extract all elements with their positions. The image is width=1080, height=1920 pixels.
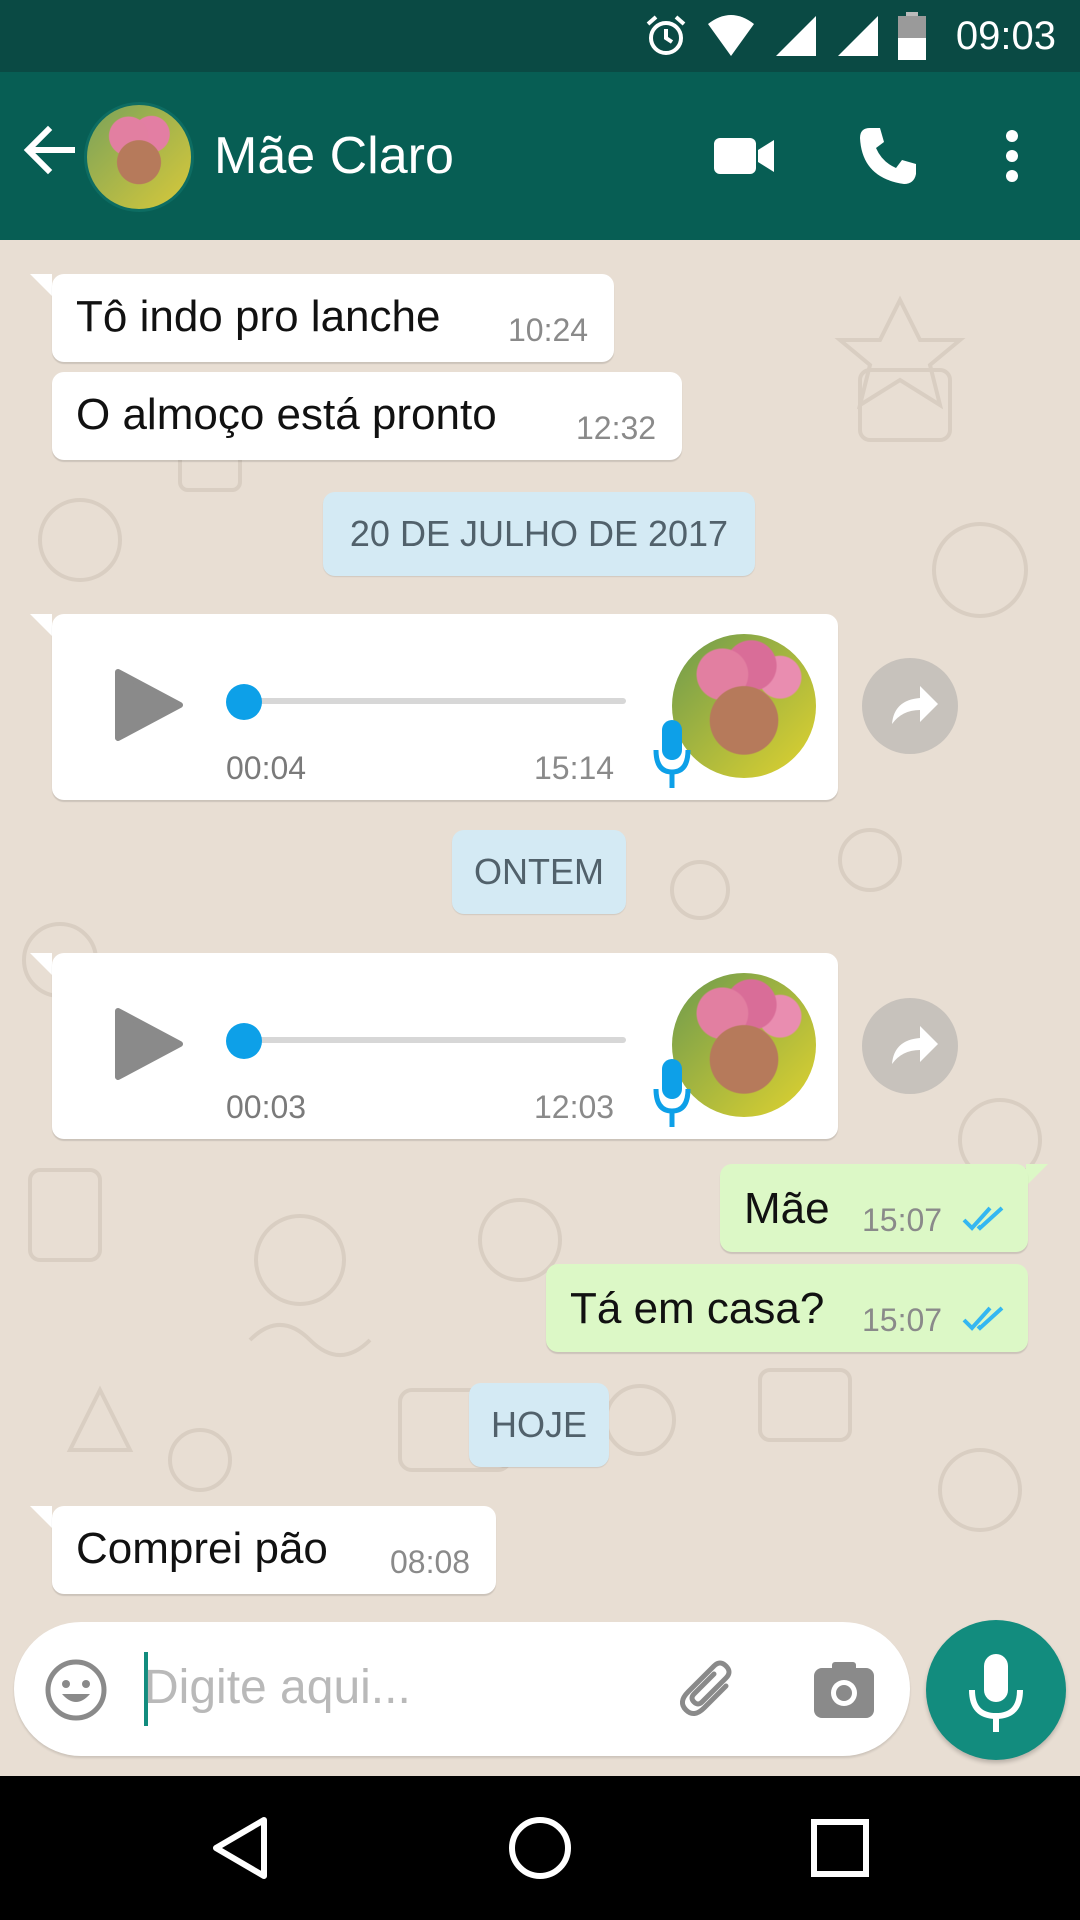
message-text: Comprei pão bbox=[76, 1524, 328, 1573]
audio-progress-handle[interactable] bbox=[226, 1023, 262, 1059]
cell-signal-2-icon bbox=[837, 16, 878, 56]
message-time: 08:08 bbox=[390, 1544, 471, 1580]
incoming-message[interactable]: O almoço está pronto 12:32 bbox=[52, 372, 682, 460]
nav-recents-icon[interactable] bbox=[804, 1812, 876, 1884]
bubble-tail bbox=[1026, 1164, 1048, 1186]
battery-icon bbox=[897, 12, 926, 60]
cell-signal-icon bbox=[775, 16, 816, 56]
camera-icon[interactable] bbox=[812, 1660, 876, 1720]
video-call-icon[interactable] bbox=[712, 124, 776, 188]
status-bar: 09:03 bbox=[0, 0, 1080, 72]
bubble-tail bbox=[30, 1506, 52, 1528]
message-time: 10:24 bbox=[508, 312, 589, 348]
date-separator: HOJE bbox=[469, 1383, 609, 1467]
message-input[interactable]: Digite aqui... bbox=[144, 1660, 411, 1715]
attach-icon[interactable] bbox=[674, 1656, 744, 1726]
message-time: 12:03 bbox=[534, 1089, 615, 1125]
forward-icon bbox=[892, 686, 938, 724]
contact-name[interactable]: Mãe Claro bbox=[214, 126, 454, 186]
microphone-icon bbox=[653, 720, 691, 788]
back-arrow-icon[interactable] bbox=[18, 118, 82, 182]
voice-message[interactable]: 00:03 12:03 bbox=[52, 953, 838, 1139]
status-time: 09:03 bbox=[955, 13, 1056, 58]
bubble-tail bbox=[30, 953, 52, 975]
read-receipt-icon bbox=[962, 1206, 1004, 1231]
message-time: 12:32 bbox=[576, 410, 657, 446]
play-icon[interactable] bbox=[114, 1007, 184, 1081]
more-options-icon[interactable] bbox=[992, 124, 1032, 188]
message-time: 15:07 bbox=[862, 1302, 943, 1338]
chat-header: Mãe Claro bbox=[0, 72, 1080, 240]
forward-icon bbox=[892, 1026, 938, 1064]
message-text: Tô indo pro lanche bbox=[76, 292, 441, 341]
microphone-icon bbox=[969, 1654, 1023, 1732]
message-text: Tá em casa? bbox=[570, 1284, 825, 1333]
phone-call-icon[interactable] bbox=[856, 124, 920, 188]
wifi-icon bbox=[707, 15, 754, 56]
bubble-tail bbox=[30, 614, 52, 636]
audio-duration: 00:04 bbox=[226, 750, 307, 786]
nav-back-icon[interactable] bbox=[206, 1812, 278, 1884]
audio-duration: 00:03 bbox=[226, 1089, 307, 1125]
outgoing-message[interactable]: Mãe 15:07 bbox=[720, 1164, 1028, 1252]
incoming-message[interactable]: Comprei pão 08:08 bbox=[52, 1506, 496, 1594]
date-separator: ONTEM bbox=[452, 830, 626, 914]
read-receipt-icon bbox=[962, 1306, 1004, 1331]
alarm-icon bbox=[646, 15, 686, 55]
sender-avatar bbox=[672, 634, 816, 778]
message-input-bar: Digite aqui... bbox=[14, 1622, 910, 1756]
emoji-icon[interactable] bbox=[44, 1658, 108, 1722]
forward-button[interactable] bbox=[862, 658, 958, 754]
message-time: 15:14 bbox=[534, 750, 615, 786]
incoming-message[interactable]: Tô indo pro lanche 10:24 bbox=[52, 274, 614, 362]
audio-progress-track[interactable] bbox=[242, 1037, 626, 1043]
microphone-icon bbox=[653, 1059, 691, 1127]
bubble-tail bbox=[30, 274, 52, 296]
forward-button[interactable] bbox=[862, 998, 958, 1094]
message-text: Mãe bbox=[744, 1184, 830, 1233]
contact-avatar[interactable] bbox=[84, 102, 194, 212]
nav-home-icon[interactable] bbox=[504, 1812, 576, 1884]
navigation-bar bbox=[0, 1776, 1080, 1920]
outgoing-message[interactable]: Tá em casa? 15:07 bbox=[546, 1264, 1028, 1352]
voice-message[interactable]: 00:04 15:14 bbox=[52, 614, 838, 800]
play-icon[interactable] bbox=[114, 668, 184, 742]
date-separator: 20 DE JULHO DE 2017 bbox=[323, 492, 755, 576]
message-time: 15:07 bbox=[862, 1202, 943, 1238]
sender-avatar bbox=[672, 973, 816, 1117]
record-voice-button[interactable] bbox=[926, 1620, 1066, 1760]
audio-progress-handle[interactable] bbox=[226, 684, 262, 720]
audio-progress-track[interactable] bbox=[242, 698, 626, 704]
message-text: O almoço está pronto bbox=[76, 390, 497, 439]
